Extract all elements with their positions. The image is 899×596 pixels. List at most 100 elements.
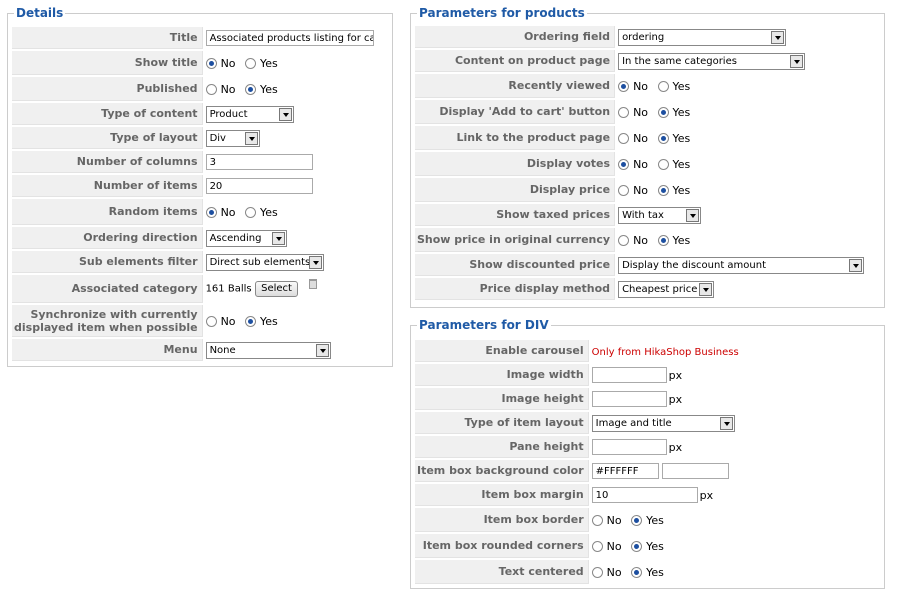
chevron-down-icon <box>699 282 713 296</box>
recently-viewed-label: Recently viewed <box>415 74 616 98</box>
chevron-down-icon <box>271 231 285 245</box>
image-width-label: Image width <box>415 364 589 386</box>
add-to-cart-yes-label: Yes <box>672 105 691 119</box>
link-to-product-page-label: Link to the product page <box>415 126 616 150</box>
associated-category-value: 161 Balls <box>205 283 252 295</box>
bg-color-input[interactable]: #FFFFFF <box>591 463 659 479</box>
box-margin-unit: px <box>699 488 714 502</box>
box-border-label: Item box border <box>415 508 589 532</box>
number-of-items-input[interactable]: 20 <box>205 178 313 194</box>
sub-elements-filter-select[interactable]: Direct sub elements <box>205 253 324 271</box>
synchronize-radios: No Yes <box>203 305 374 337</box>
image-height-input[interactable] <box>591 391 667 407</box>
display-price-radios: No Yes <box>615 178 864 202</box>
box-border-radios: No Yes <box>589 508 739 532</box>
display-votes-no-radio[interactable] <box>618 158 630 170</box>
show-taxed-prices-select[interactable]: With tax <box>618 206 702 224</box>
content-on-product-page-value: In the same categories <box>622 55 737 67</box>
ordering-field-select[interactable]: ordering <box>618 28 787 46</box>
trash-icon[interactable] <box>309 279 318 289</box>
link-to-product-page-yes-label: Yes <box>672 131 691 145</box>
rounded-corners-no-radio[interactable] <box>591 540 603 552</box>
price-display-method-select[interactable]: Cheapest price <box>618 280 715 298</box>
number-of-columns-input[interactable]: 3 <box>205 154 313 170</box>
pane-height-label: Pane height <box>415 436 589 458</box>
display-votes-radios: No Yes <box>615 152 864 176</box>
add-to-cart-no-radio[interactable] <box>618 106 630 118</box>
link-to-product-page-yes-radio[interactable] <box>657 132 669 144</box>
bg-color-picker-input[interactable] <box>662 463 730 479</box>
number-of-columns-label: Number of columns <box>12 151 203 173</box>
original-currency-no-label: No <box>633 233 649 247</box>
add-to-cart-yes-radio[interactable] <box>657 106 669 118</box>
type-of-content-value: Product <box>209 108 248 120</box>
original-currency-no-radio[interactable] <box>618 234 630 246</box>
synchronize-no-radio[interactable] <box>205 315 217 327</box>
products-table: Ordering field ordering Content on produ… <box>415 24 865 302</box>
title-input[interactable]: Associated products listing for categ <box>205 30 374 46</box>
box-border-yes-radio[interactable] <box>631 514 643 526</box>
show-title-yes-radio[interactable] <box>245 57 257 69</box>
recently-viewed-yes-radio[interactable] <box>657 80 669 92</box>
published-yes-radio[interactable] <box>245 83 257 95</box>
image-width-input[interactable] <box>591 367 667 383</box>
content-on-product-page-select[interactable]: In the same categories <box>618 52 806 70</box>
add-to-cart-no-label: No <box>633 105 649 119</box>
synchronize-label-line1: Synchronize with currently <box>30 307 198 321</box>
chevron-down-icon <box>308 255 322 269</box>
original-currency-yes-radio[interactable] <box>657 234 669 246</box>
pane-height-input[interactable] <box>591 439 667 455</box>
rounded-corners-yes-radio[interactable] <box>631 540 643 552</box>
display-votes-yes-radio[interactable] <box>657 158 669 170</box>
text-centered-label: Text centered <box>415 560 589 584</box>
ordering-field-label: Ordering field <box>415 26 616 48</box>
type-of-layout-select[interactable]: Div <box>205 129 260 147</box>
box-margin-input[interactable]: 10 <box>591 487 698 503</box>
recently-viewed-no-radio[interactable] <box>618 80 630 92</box>
random-items-yes-radio[interactable] <box>245 206 257 218</box>
menu-select[interactable]: None <box>205 341 331 359</box>
type-of-layout-label: Type of layout <box>12 127 203 149</box>
rounded-corners-radios: No Yes <box>589 534 739 558</box>
chevron-down-icon <box>771 30 785 44</box>
display-price-yes-label: Yes <box>672 183 691 197</box>
display-price-yes-radio[interactable] <box>657 184 669 196</box>
show-title-no-label: No <box>220 56 236 70</box>
details-table: Title Associated products listing for ca… <box>12 25 374 363</box>
original-currency-yes-label: Yes <box>672 233 691 247</box>
type-of-content-select[interactable]: Product <box>205 105 294 123</box>
published-no-radio[interactable] <box>205 83 217 95</box>
box-margin-label: Item box margin <box>415 484 589 506</box>
show-discounted-price-value: Display the discount amount <box>622 259 767 271</box>
show-title-radios: No Yes <box>203 51 374 75</box>
div-fieldset: Parameters for DIV Enable carousel Only … <box>410 319 885 589</box>
box-border-no-label: No <box>606 513 622 527</box>
item-layout-select[interactable]: Image and title <box>591 414 735 432</box>
text-centered-yes-radio[interactable] <box>631 566 643 578</box>
published-yes-label: Yes <box>260 82 278 96</box>
chevron-down-icon <box>244 131 258 145</box>
associated-category-label: Associated category <box>12 275 203 303</box>
show-title-no-radio[interactable] <box>205 57 217 69</box>
number-of-items-label: Number of items <box>12 175 203 197</box>
synchronize-no-label: No <box>220 314 236 328</box>
display-price-no-radio[interactable] <box>618 184 630 196</box>
link-to-product-page-no-label: No <box>633 131 649 145</box>
link-to-product-page-no-radio[interactable] <box>618 132 630 144</box>
products-legend: Parameters for products <box>417 6 587 20</box>
ordering-direction-select[interactable]: Ascending <box>205 229 287 247</box>
random-items-no-radio[interactable] <box>205 206 217 218</box>
original-currency-radios: No Yes <box>615 228 864 252</box>
box-border-no-radio[interactable] <box>591 514 603 526</box>
text-centered-no-radio[interactable] <box>591 566 603 578</box>
published-no-label: No <box>220 82 236 96</box>
select-category-button[interactable]: Select <box>255 281 298 297</box>
text-centered-no-label: No <box>606 565 622 579</box>
recently-viewed-no-label: No <box>633 79 649 93</box>
show-taxed-prices-label: Show taxed prices <box>415 204 616 226</box>
synchronize-yes-label: Yes <box>260 314 278 328</box>
show-discounted-price-select[interactable]: Display the discount amount <box>618 256 865 274</box>
random-items-radios: No Yes <box>203 199 374 225</box>
sub-elements-filter-value: Direct sub elements <box>209 256 311 268</box>
synchronize-yes-radio[interactable] <box>245 315 257 327</box>
